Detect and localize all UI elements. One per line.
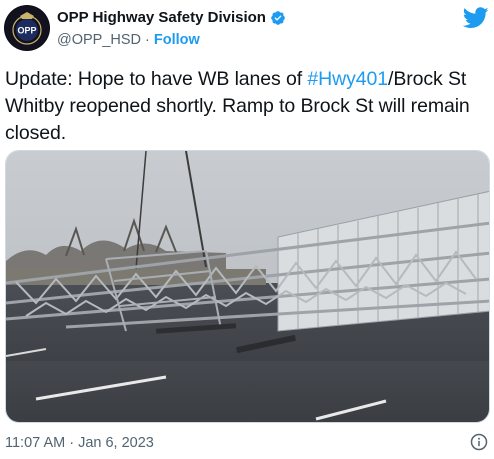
photo-collapsed-gantry-icon	[6, 151, 489, 422]
hashtag-link[interactable]: #Hwy401	[307, 68, 388, 90]
info-icon[interactable]	[470, 433, 488, 451]
handle-row: @OPP_HSD · Follow	[57, 32, 200, 48]
tweet-card: OPP OPP Highway Safety Division @OPP_HSD…	[0, 0, 494, 459]
tweet-timestamp[interactable]: 11:07 AM · Jan 6, 2023	[5, 435, 154, 451]
avatar[interactable]: OPP	[4, 5, 50, 51]
verified-badge-icon	[271, 10, 285, 25]
author-name-text: OPP Highway Safety Division	[57, 9, 266, 26]
tweet-text-before: Update: Hope to have WB lanes of	[5, 68, 308, 90]
twitter-bird-icon[interactable]	[463, 7, 489, 29]
avatar-text: OPP	[17, 26, 36, 36]
tweet-photo[interactable]	[5, 150, 490, 423]
opp-badge-icon: OPP	[5, 6, 49, 50]
separator-dot: ·	[145, 32, 150, 48]
follow-button[interactable]: Follow	[154, 32, 200, 48]
tweet-text: Update: Hope to have WB lanes of #Hwy401…	[5, 66, 489, 147]
author-handle[interactable]: @OPP_HSD	[57, 32, 141, 48]
author-name[interactable]: OPP Highway Safety Division	[57, 9, 286, 26]
